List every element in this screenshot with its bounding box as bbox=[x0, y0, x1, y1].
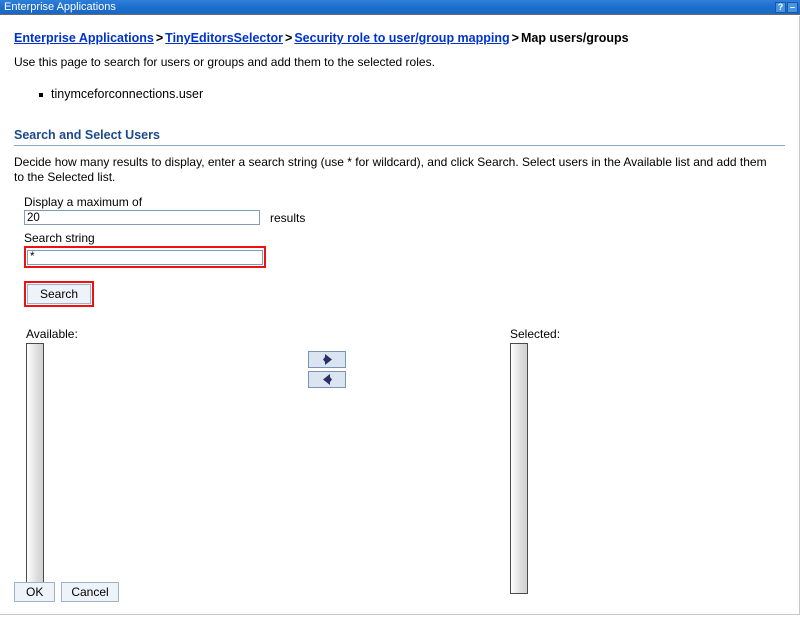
search-string-field-group: Search string bbox=[14, 231, 785, 268]
cancel-button[interactable]: Cancel bbox=[61, 582, 119, 602]
page-description: Use this page to search for users or gro… bbox=[14, 55, 435, 69]
available-list-label: Available: bbox=[26, 326, 78, 341]
max-results-label: Display a maximum of bbox=[24, 195, 143, 209]
search-button[interactable]: Search bbox=[27, 283, 92, 304]
max-results-input[interactable] bbox=[24, 210, 260, 225]
search-input[interactable] bbox=[27, 249, 263, 265]
dual-list-selector: Available: Selected: bbox=[14, 327, 785, 612]
breadcrumb-separator: > bbox=[285, 31, 293, 45]
section-title-search-and-select-users: Search and Select Users bbox=[14, 128, 785, 146]
window-title: Enterprise Applications bbox=[4, 1, 116, 13]
breadcrumb-item-security-role-mapping[interactable]: Security role to user/group mapping bbox=[294, 31, 509, 45]
breadcrumb-separator: > bbox=[511, 31, 519, 45]
max-results-row: results bbox=[24, 210, 785, 225]
window-titlebar: Enterprise Applications ? – bbox=[0, 0, 800, 15]
max-results-units-label: results bbox=[270, 210, 306, 225]
max-results-field-group: Display a maximum of results bbox=[14, 195, 785, 225]
search-string-label: Search string bbox=[24, 231, 95, 245]
selected-listbox[interactable] bbox=[510, 342, 528, 594]
add-to-selected-button[interactable] bbox=[308, 350, 346, 368]
selected-list-label: Selected: bbox=[510, 326, 561, 341]
available-listbox[interactable] bbox=[26, 342, 44, 594]
search-button-row: Search bbox=[14, 280, 785, 307]
application-window: Enterprise Applications ? – Enterprise A… bbox=[0, 0, 800, 630]
help-icon[interactable]: ? bbox=[775, 1, 786, 13]
breadcrumb-item-enterprise-applications[interactable]: Enterprise Applications bbox=[14, 31, 154, 45]
available-column: Available: bbox=[26, 327, 78, 594]
arrow-right-icon bbox=[321, 353, 334, 366]
minimize-icon[interactable]: – bbox=[787, 1, 798, 13]
window-controls: ? – bbox=[775, 1, 800, 13]
footer-actions: OK Cancel bbox=[14, 582, 119, 602]
selected-column: Selected: bbox=[510, 327, 560, 594]
remove-from-selected-button[interactable] bbox=[308, 370, 346, 388]
breadcrumb: Enterprise Applications > TinyEditorsSelec… bbox=[14, 16, 785, 46]
search-button-highlight-box: Search bbox=[24, 280, 95, 307]
role-list: tinymceforconnections.user bbox=[14, 87, 785, 102]
search-input-highlight-box bbox=[24, 246, 266, 268]
section-description: Decide how many results to display, ente… bbox=[14, 155, 767, 184]
breadcrumb-item-tinyeditorsselector[interactable]: TinyEditorsSelector bbox=[165, 31, 283, 45]
breadcrumb-item-current: Map users/groups bbox=[520, 31, 629, 45]
transfer-buttons bbox=[308, 350, 346, 388]
ok-button[interactable]: OK bbox=[14, 582, 56, 602]
breadcrumb-separator: > bbox=[155, 31, 164, 45]
arrow-left-icon bbox=[321, 373, 334, 386]
page-content: Enterprise Applications > TinyEditorsSelec… bbox=[0, 16, 800, 615]
list-item: tinymceforconnections.user bbox=[39, 87, 785, 102]
